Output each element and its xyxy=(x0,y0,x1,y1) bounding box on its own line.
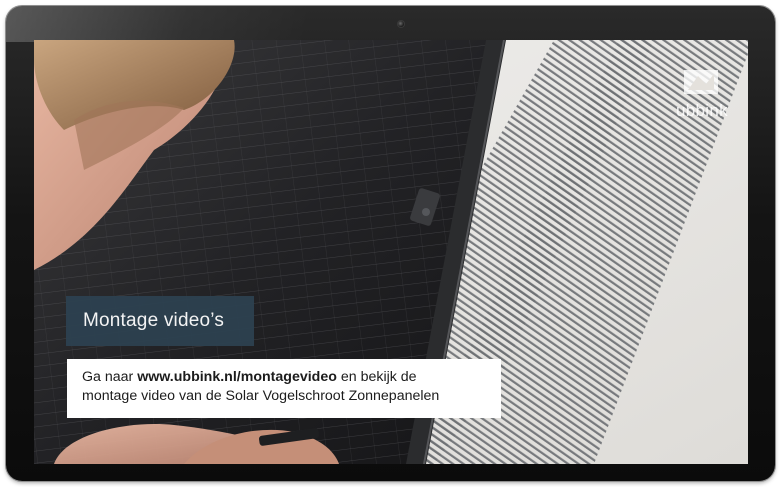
info-prefix: Ga naar xyxy=(82,369,138,385)
info-line2: montage video van de Solar Vogelschroot … xyxy=(82,388,440,404)
ubbink-house-logo-icon xyxy=(684,70,718,94)
info-suffix: en bekijk de xyxy=(336,369,417,385)
slide-title-box: Montage video’s xyxy=(66,296,254,346)
webcam-icon xyxy=(398,21,404,27)
info-box: Ga naar www.ubbink.nl/montagevideo en be… xyxy=(67,359,501,418)
montage-video-link[interactable]: www.ubbink.nl/montagevideo xyxy=(137,369,337,385)
ubbink-logo: ubbink xyxy=(662,66,742,126)
slide-title: Montage video’s xyxy=(83,310,225,331)
logo-text: ubbink xyxy=(676,101,728,120)
video-screen[interactable]: ubbink Montage video’s Ga naar www.ubbin… xyxy=(34,40,748,464)
